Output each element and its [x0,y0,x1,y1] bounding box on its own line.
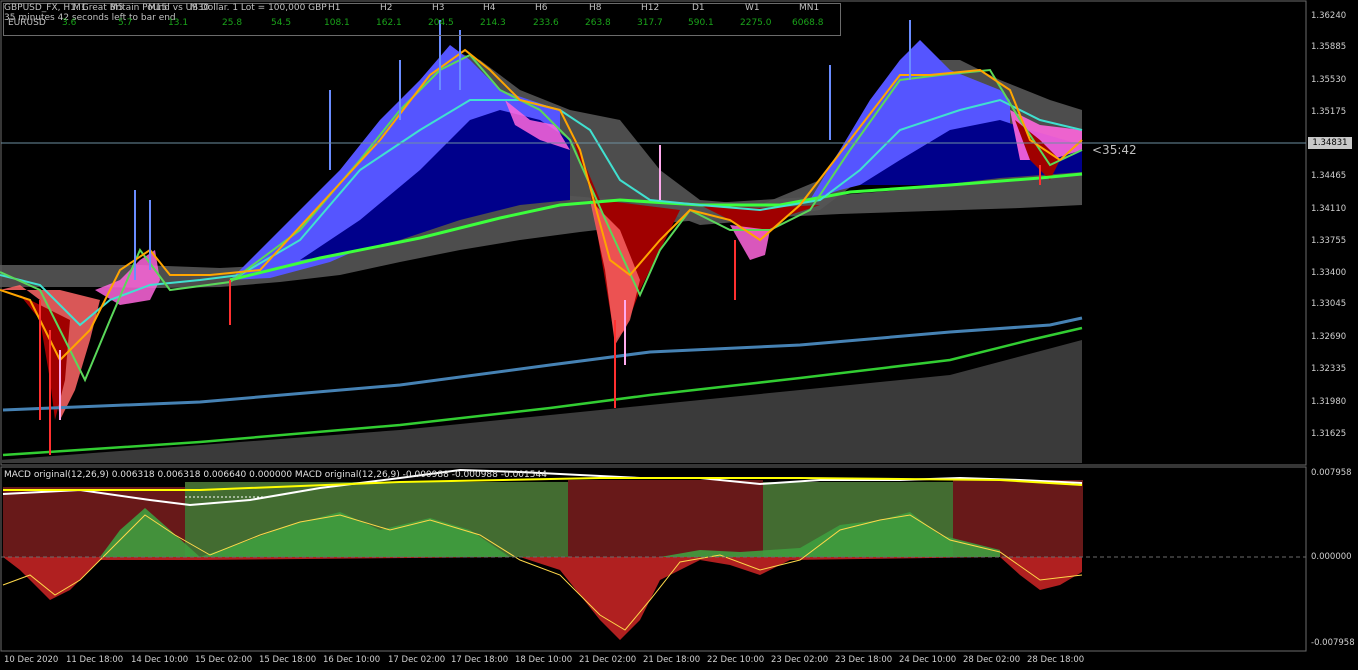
tf-header-h2: H2 [380,3,393,13]
macd-red-zone-2 [568,480,763,557]
price-tick-label: 1.33755 [1311,236,1347,246]
tf-header-m1: M1 [73,3,87,13]
tf-header-m15: M15 [148,3,168,13]
tf-value: 233.6 [533,18,559,28]
time-tick-label: 15 Dec 02:00 [195,655,253,665]
price-tick-label: 1.36240 [1311,11,1347,21]
price-tick-label: 1.31625 [1311,429,1347,439]
price-tick-label: 1.35530 [1311,75,1347,85]
tf-value: 25.8 [222,18,243,28]
tf-value: 214.3 [480,18,506,28]
time-tick-label: 24 Dec 10:00 [899,655,957,665]
price-tick-label: 1.33045 [1311,299,1347,309]
tf-value: 3.6 [62,18,77,28]
price-tick-label: 1.32335 [1311,364,1347,374]
tf-value: 317.7 [637,18,663,28]
price-tick-label: 1.35885 [1311,42,1347,52]
price-tick-label: 1.35175 [1311,107,1347,117]
time-tick-label: 15 Dec 18:00 [259,655,317,665]
tf-value: 108.1 [324,18,350,28]
time-tick-label: 11 Dec 18:00 [66,655,124,665]
time-tick-label: 21 Dec 18:00 [643,655,701,665]
time-tick-label: 16 Dec 10:00 [323,655,381,665]
tf-header-m30: M30 [190,3,210,13]
tf-value: 590.1 [688,18,714,28]
macd-tick-label: 0.007958 [1311,468,1352,478]
price-tick-label: 1.32690 [1311,332,1347,342]
tf-header-h3: H3 [432,3,445,13]
time-tick-label: 22 Dec 10:00 [707,655,765,665]
tf-header-h8: H8 [589,3,602,13]
time-tick-label: 14 Dec 10:00 [131,655,189,665]
price-tick-label: 1.31980 [1311,397,1347,407]
tf-header-h6: H6 [535,3,548,13]
tf-value: 162.1 [376,18,402,28]
time-tick-label: 21 Dec 02:00 [579,655,637,665]
tf-header-m5: M5 [110,3,124,13]
price-tick-label: 1.34465 [1311,171,1347,181]
price-tick-label: 1.34110 [1311,204,1347,214]
tf-header-d1: D1 [692,3,705,13]
time-tick-label: 17 Dec 02:00 [388,655,446,665]
tf-header-h1: H1 [328,3,341,13]
price-chart[interactable] [0,0,1358,670]
tf-value: 204.5 [428,18,454,28]
tf-value: 2275.0 [740,18,772,28]
table-symbol: EURUSD [8,18,46,28]
tf-value: 5.7 [118,18,133,28]
time-tick-label: 23 Dec 18:00 [835,655,893,665]
tf-value: 54.5 [271,18,292,28]
time-tick-label: 28 Dec 18:00 [1027,655,1085,665]
time-tick-label: 23 Dec 02:00 [771,655,829,665]
current-price-tag: 1.34831 [1308,137,1352,149]
time-tick-label: 28 Dec 02:00 [963,655,1021,665]
tf-header-mn1: MN1 [799,3,820,13]
time-tick-label: 10 Dec 2020 [4,655,59,665]
tf-header-h12: H12 [641,3,660,13]
tf-header-w1: W1 [745,3,760,13]
price-tick-label: 1.33400 [1311,268,1347,278]
tf-header-h4: H4 [483,3,496,13]
macd-tick-label: 0.000000 [1311,552,1352,562]
time-tick-label: 17 Dec 18:00 [451,655,509,665]
tf-value: 6068.8 [792,18,824,28]
macd-indicator-label: MACD original(12,26,9) 0.006318 0.006318… [4,470,547,480]
tf-value: 263.8 [585,18,611,28]
macd-tick-label: -0.007958 [1311,638,1355,648]
tf-value: 13.1 [168,18,189,28]
time-tick-label: 18 Dec 10:00 [515,655,573,665]
bar-countdown: <35:42 [1092,143,1137,157]
